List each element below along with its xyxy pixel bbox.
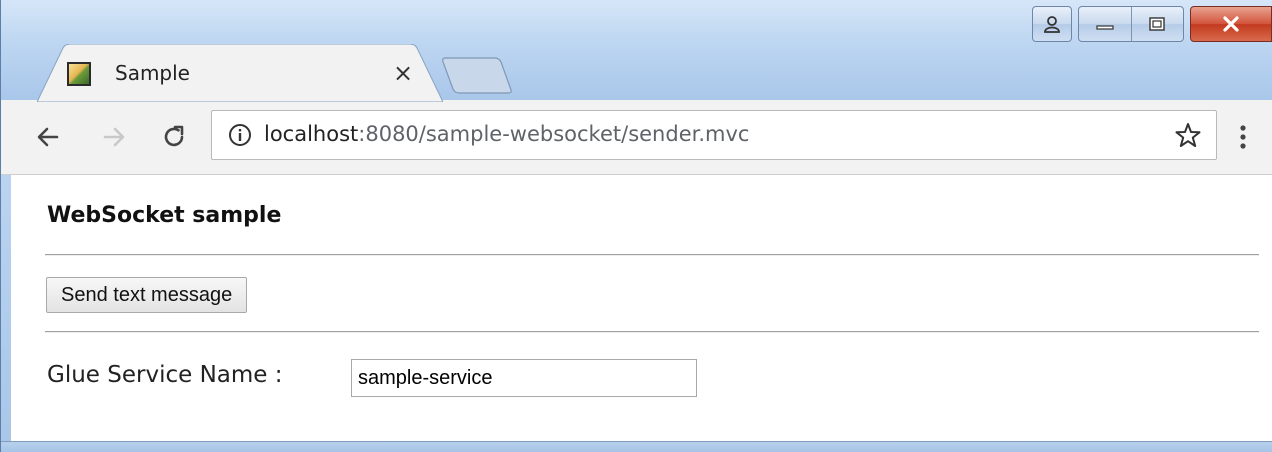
- reload-icon: [164, 125, 184, 147]
- reload-button[interactable]: [157, 120, 191, 154]
- page-title: WebSocket sample: [47, 203, 282, 228]
- divider: [45, 331, 1259, 333]
- service-name-input[interactable]: [351, 359, 697, 397]
- url-host: localhost: [264, 122, 359, 146]
- tab-shape: [37, 44, 443, 102]
- url-path: :8080/sample-websocket/sender.mvc: [358, 122, 750, 146]
- tab-sample[interactable]: Sample ×: [37, 44, 443, 102]
- divider: [45, 254, 1259, 256]
- maximize-button[interactable]: [1130, 7, 1184, 41]
- more-menu-icon[interactable]: [1233, 122, 1253, 152]
- service-name-label: Glue Service Name :: [47, 362, 283, 388]
- user-icon: [1044, 16, 1060, 33]
- info-icon[interactable]: [228, 123, 252, 147]
- minimize-button[interactable]: [1079, 7, 1131, 41]
- forward-button[interactable]: [97, 120, 131, 154]
- browser-window: Sample × localhost:8080/sample-websocket…: [0, 0, 1272, 452]
- maximize-icon: [1149, 17, 1165, 31]
- back-button[interactable]: [31, 120, 65, 154]
- window-controls: [1032, 6, 1272, 42]
- back-arrow-icon: [37, 127, 59, 147]
- close-window-button[interactable]: [1190, 6, 1272, 42]
- forward-arrow-icon: [103, 127, 125, 147]
- page-content: WebSocket sample Send text message Glue …: [11, 175, 1272, 441]
- tab-favicon-icon: [67, 62, 91, 86]
- bookmark-star-icon[interactable]: [1174, 121, 1202, 149]
- url-text: localhost:8080/sample-websocket/sender.m…: [264, 122, 749, 146]
- new-tab-button[interactable]: [439, 56, 513, 98]
- close-icon: [1223, 16, 1239, 32]
- tab-title: Sample: [115, 61, 190, 85]
- min-max-group: [1078, 6, 1184, 42]
- user-profile-button[interactable]: [1032, 6, 1072, 42]
- send-text-message-button[interactable]: Send text message: [46, 277, 248, 313]
- browser-toolbar: localhost:8080/sample-websocket/sender.m…: [1, 100, 1272, 175]
- minimize-icon: [1096, 25, 1114, 30]
- window-bottom-frame: [1, 441, 1272, 452]
- tab-close-icon[interactable]: ×: [393, 58, 413, 88]
- address-bar[interactable]: localhost:8080/sample-websocket/sender.m…: [211, 110, 1217, 160]
